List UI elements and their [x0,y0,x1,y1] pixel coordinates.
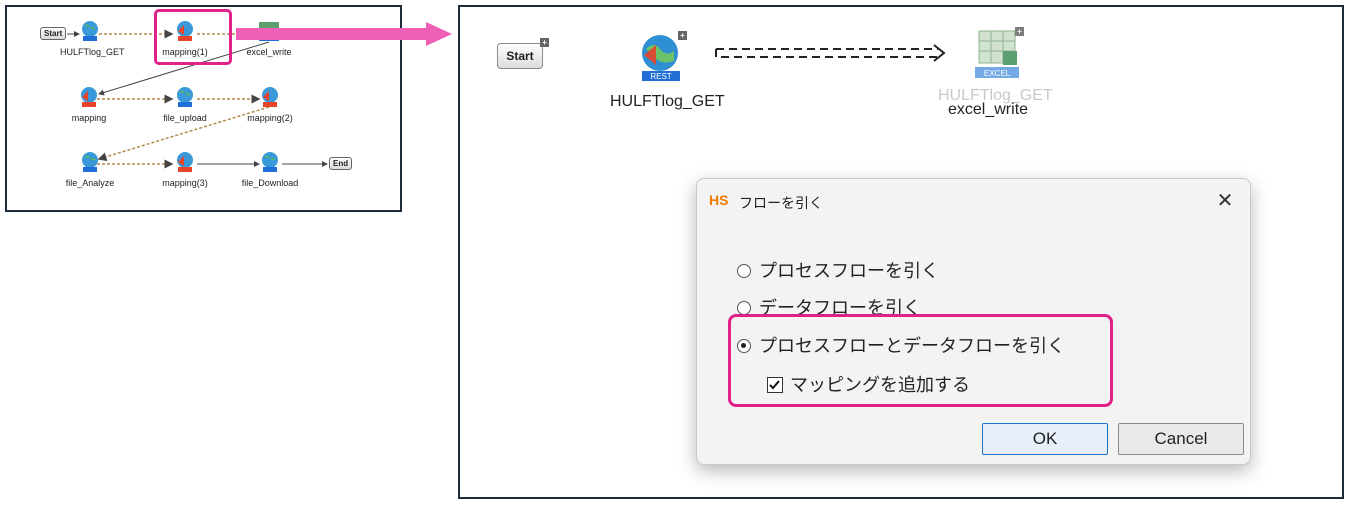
excel-badge-text: EXCEL [984,69,1011,78]
ok-button[interactable]: OK [982,423,1108,455]
excel-write-node[interactable]: EXCEL + [973,25,1024,86]
dialog-title: フローを引く [739,195,823,211]
start-node[interactable]: Start [497,43,543,69]
hulftlog-get-label: HULFTlog_GET [610,93,725,110]
draw-flow-dialog: HS フローを引く ✕ プロセスフローを引く データフローを引く プロセスフロー… [696,178,1251,465]
overview-node-hulftlog-get[interactable]: HULFTlog_GET [60,19,125,57]
mapper-icon [81,87,97,107]
overview-node-file-download[interactable]: file_Download [240,150,300,188]
highlight-box [728,314,1113,407]
overview-node-file-analyze[interactable]: file_Analyze [60,150,120,188]
overview-end-node[interactable]: End [329,157,353,170]
rest-globe-icon [177,87,193,107]
cancel-button[interactable]: Cancel [1118,423,1244,455]
excel-write-label: excel_write [948,101,1029,118]
rest-globe-icon [82,152,98,172]
option-process-flow[interactable]: プロセスフローを引く [737,257,939,283]
overview-node-mapping[interactable]: mapping [59,85,119,123]
radio-button[interactable] [737,301,751,315]
rest-badge-text: REST [650,72,671,81]
hulftlog-get-node[interactable]: REST + [638,31,687,86]
overview-node-mapping-3[interactable]: mapping(3) [155,150,215,188]
plus-icon: + [1015,27,1024,36]
mapper-icon [177,152,193,172]
dashed-flow-arrow [715,44,946,62]
plus-icon: + [540,38,549,47]
overview-node-mapping-2[interactable]: mapping(2) [240,85,300,123]
option-label: プロセスフローを引く [759,261,939,281]
radio-button[interactable] [737,264,751,278]
dialog-title-bar: HS フローを引く ✕ [697,179,1250,225]
rest-globe-icon [262,152,278,172]
overview-node-file-upload[interactable]: file_upload [155,85,215,123]
plus-icon: + [678,31,687,40]
mapper-icon [262,87,278,107]
callout-arrow-icon [236,22,452,46]
hs-logo-icon: HS [709,192,729,208]
close-icon[interactable]: ✕ [1212,188,1238,214]
rest-globe-icon [82,21,98,41]
overview-highlight-box [154,9,232,65]
